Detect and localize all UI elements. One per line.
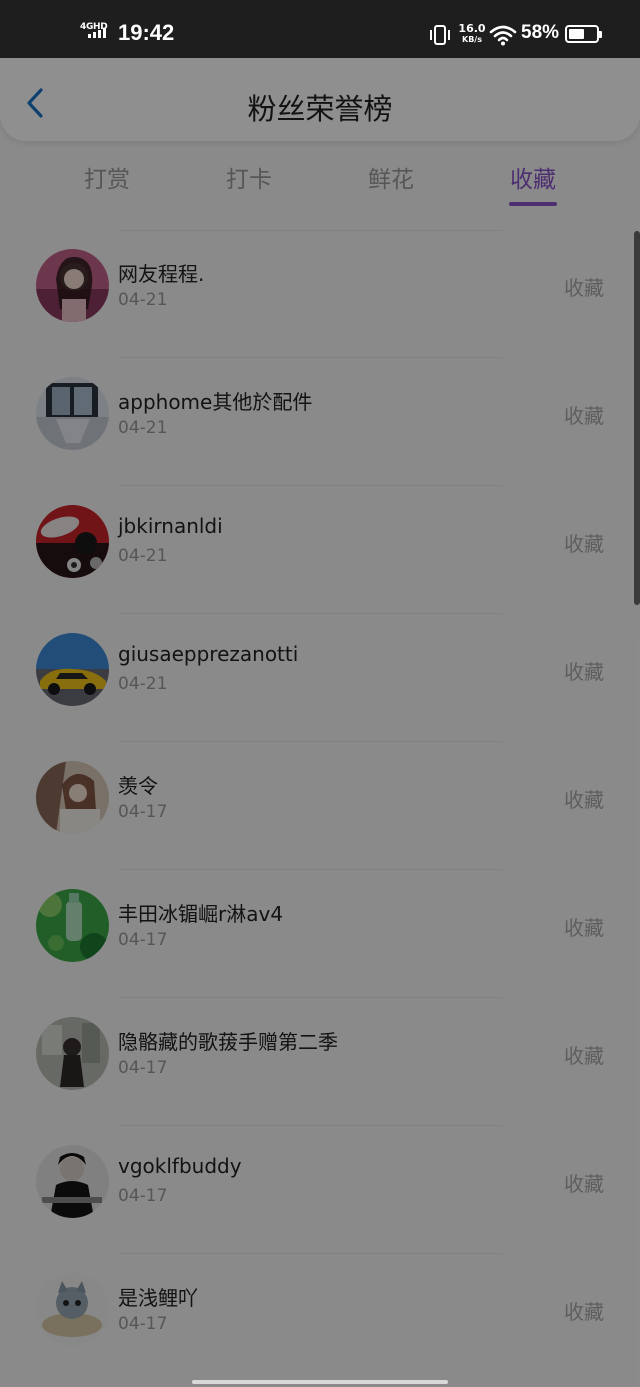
action-label: 收藏: [564, 660, 604, 684]
action-label: 收藏: [564, 1044, 604, 1068]
list-item[interactable]: 隐骼藏的歌菝手赠第二季 04-17 收藏: [0, 998, 640, 1126]
list-item[interactable]: 是浅鲤吖 04-17 收藏: [0, 1254, 640, 1382]
avatar: [36, 1017, 109, 1090]
fan-name: vgoklfbuddy: [118, 1154, 242, 1178]
avatar: [36, 633, 109, 706]
net-speed-unit: KB/s: [462, 35, 482, 44]
fan-name: 羡令: [118, 774, 158, 798]
fan-name: 丰田冰镅崛r淋av4: [118, 902, 284, 926]
action-label: 收藏: [564, 1300, 604, 1324]
battery-icon: [565, 25, 602, 43]
scrollbar[interactable]: [634, 231, 640, 605]
fan-date: 04-21: [118, 290, 168, 310]
list-item[interactable]: 羡令 04-17 收藏: [0, 742, 640, 870]
net-speed: 16.0 KB/s: [457, 23, 487, 45]
avatar: [36, 377, 109, 450]
fan-date: 04-21: [118, 546, 168, 566]
fan-date: 04-17: [118, 1314, 168, 1334]
fan-date: 04-17: [118, 802, 168, 822]
action-label: 收藏: [564, 404, 604, 428]
avatar: [36, 889, 109, 962]
avatar: [36, 1273, 109, 1346]
net-speed-value: 16.0: [458, 22, 486, 35]
fan-name: apphome其他於配件: [118, 390, 313, 414]
status-bar: 4GHD 19:42 16.0 KB/s 58%: [0, 0, 640, 58]
list-item[interactable]: giusaepprezanotti 04-21 收藏: [0, 614, 640, 742]
action-label: 收藏: [564, 916, 604, 940]
fan-name: 是浅鲤吖: [118, 1286, 198, 1310]
wifi-icon: [489, 24, 517, 46]
avatar: [36, 1145, 109, 1218]
fan-name: giusaepprezanotti: [118, 642, 299, 666]
fan-name: 网友程程.: [118, 262, 205, 286]
home-indicator[interactable]: [192, 1380, 448, 1384]
battery-fill: [569, 29, 584, 39]
fan-date: 04-17: [118, 930, 168, 950]
fan-date: 04-17: [118, 1058, 168, 1078]
fan-name: jbkirnanldi: [118, 514, 223, 538]
fan-name: 隐骼藏的歌菝手赠第二季: [118, 1030, 338, 1054]
list-item[interactable]: 丰田冰镅崛r淋av4 04-17 收藏: [0, 870, 640, 998]
action-label: 收藏: [564, 532, 604, 556]
status-time: 19:42: [118, 20, 175, 45]
avatar: [36, 505, 109, 578]
battery-percent: 58%: [521, 22, 560, 43]
action-label: 收藏: [564, 1172, 604, 1196]
tab-reward[interactable]: 打赏: [57, 160, 157, 194]
action-label: 收藏: [564, 788, 604, 812]
tab-flowers[interactable]: 鲜花: [341, 160, 441, 194]
action-label: 收藏: [564, 276, 604, 300]
signal-icon: [88, 28, 106, 38]
avatar: [36, 761, 109, 834]
list-item[interactable]: 网友程程. 04-21 收藏: [0, 230, 640, 358]
list-item[interactable]: jbkirnanldi 04-21 收藏: [0, 486, 640, 614]
avatar: [36, 249, 109, 322]
fan-date: 04-21: [118, 418, 168, 438]
header-bar: 粉丝荣誉榜: [0, 58, 640, 141]
vibrate-icon: [428, 24, 452, 46]
fan-date: 04-17: [118, 1186, 168, 1206]
tab-favorites[interactable]: 收藏: [483, 160, 583, 194]
tab-checkin[interactable]: 打卡: [199, 160, 299, 194]
tab-active-indicator: [509, 202, 557, 206]
tab-bar: 打赏 打卡 鲜花 收藏: [0, 152, 640, 212]
fan-date: 04-21: [118, 674, 168, 694]
page-title: 粉丝荣誉榜: [247, 92, 393, 126]
list-item[interactable]: apphome其他於配件 04-21 收藏: [0, 358, 640, 486]
list-item[interactable]: vgoklfbuddy 04-17 收藏: [0, 1126, 640, 1254]
